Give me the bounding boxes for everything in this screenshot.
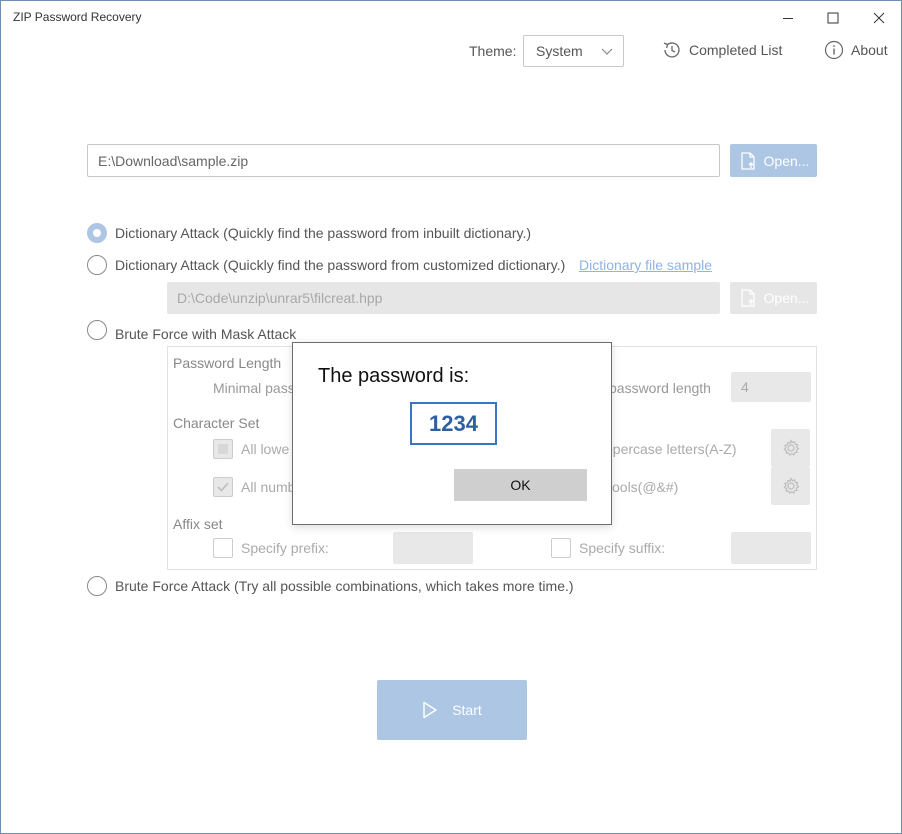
completed-list-button[interactable]: Completed List	[661, 39, 782, 61]
gear-icon	[782, 477, 799, 494]
maximal-length-field[interactable]: 4	[731, 372, 811, 402]
character-set-heading: Character Set	[173, 415, 260, 431]
file-open-icon	[740, 289, 755, 307]
lowercase-checkbox[interactable]	[213, 439, 233, 459]
dict-custom-label: Dictionary Attack (Quickly find the pass…	[115, 257, 566, 273]
prefix-field[interactable]	[393, 532, 473, 564]
brute-force-label: Brute Force Attack (Try all possible com…	[115, 578, 574, 594]
radio-mask-attack[interactable]	[87, 320, 107, 340]
radio-dict-custom[interactable]	[87, 255, 107, 275]
open-dictionary-label: Open...	[763, 290, 810, 306]
numbers-checkbox[interactable]	[213, 477, 233, 497]
mask-attack-label: Brute Force with Mask Attack	[115, 326, 297, 342]
minimal-length-label: Minimal pass	[213, 380, 295, 396]
start-label: Start	[452, 702, 482, 718]
dictionary-path-value: D:\Code\unzip\unrar5\filcreat.hpp	[177, 290, 383, 306]
radio-dict-inbuilt[interactable]	[87, 223, 107, 243]
close-button[interactable]	[856, 3, 902, 33]
maximal-length-value: 4	[741, 379, 749, 395]
prefix-checkbox[interactable]	[213, 538, 233, 558]
play-icon	[423, 701, 437, 719]
start-button[interactable]: Start	[377, 680, 527, 740]
zip-path-value: E:\Download\sample.zip	[98, 152, 249, 169]
close-icon	[873, 12, 885, 24]
minimize-button[interactable]	[765, 3, 811, 33]
maximal-length-label: password length	[609, 380, 711, 396]
open-dictionary-button[interactable]: Open...	[730, 282, 817, 314]
ok-button[interactable]: OK	[454, 469, 587, 501]
password-value: 1234	[410, 402, 497, 445]
open-zip-label: Open...	[763, 152, 810, 169]
suffix-label: Specify suffix:	[579, 540, 666, 556]
zip-path-field[interactable]: E:\Download\sample.zip	[87, 144, 720, 177]
maximize-icon	[827, 12, 839, 24]
lowercase-label: All lowe	[241, 441, 290, 457]
about-button[interactable]: About	[823, 39, 888, 61]
maximize-button[interactable]	[810, 3, 856, 33]
suffix-checkbox[interactable]	[551, 538, 571, 558]
file-open-icon	[740, 151, 755, 170]
symbols-label: ools(@&#)	[612, 479, 679, 495]
theme-value: System	[536, 43, 583, 59]
suffix-field[interactable]	[731, 532, 811, 564]
app-window: ZIP Password Recovery Theme: System Comp…	[0, 0, 902, 834]
numbers-label: All numb	[241, 479, 296, 495]
open-zip-button[interactable]: Open...	[730, 144, 817, 177]
chevron-down-icon	[601, 48, 613, 55]
theme-label: Theme:	[469, 43, 517, 59]
symbols-settings-button[interactable]	[771, 467, 810, 505]
radio-brute-force[interactable]	[87, 576, 107, 596]
dictionary-path-field[interactable]: D:\Code\unzip\unrar5\filcreat.hpp	[167, 282, 720, 314]
dialog-message: The password is:	[318, 365, 470, 387]
checkmark-icon	[217, 482, 229, 492]
password-result-dialog: The password is: 1234 OK	[292, 342, 612, 525]
info-icon	[824, 40, 844, 60]
window-title: ZIP Password Recovery	[13, 10, 142, 24]
uppercase-label: ppercase letters(A-Z)	[605, 441, 737, 457]
completed-list-label: Completed List	[689, 42, 783, 58]
history-icon	[663, 42, 680, 58]
minimize-icon	[783, 18, 793, 19]
affix-set-heading: Affix set	[173, 516, 223, 532]
about-label: About	[851, 42, 888, 58]
prefix-label: Specify prefix:	[241, 540, 329, 556]
uppercase-settings-button[interactable]	[771, 429, 810, 467]
dictionary-sample-link[interactable]: Dictionary file sample	[579, 257, 712, 273]
dict-inbuilt-label: Dictionary Attack (Quickly find the pass…	[115, 225, 532, 241]
password-length-heading: Password Length	[173, 355, 282, 371]
gear-icon	[782, 439, 799, 456]
theme-select[interactable]: System	[523, 35, 624, 67]
